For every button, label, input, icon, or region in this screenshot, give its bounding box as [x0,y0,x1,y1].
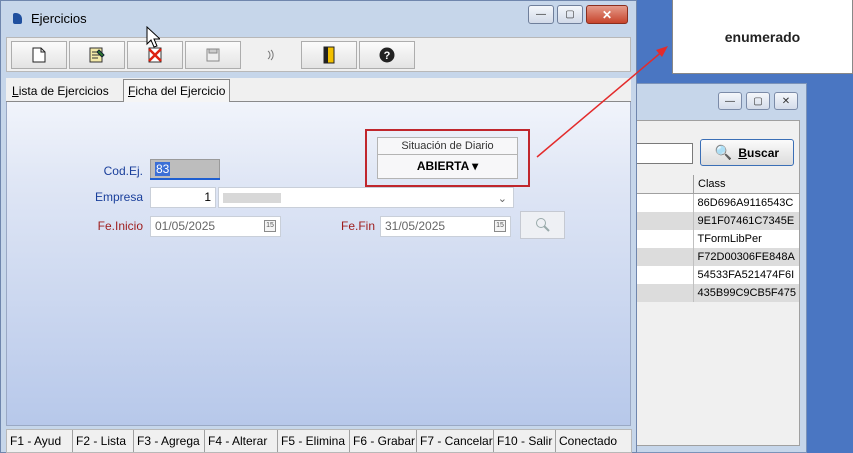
form-panel: Cod.Ej. 83 Empresa 1 ⌄ Fe.Inicio 01/05/2… [6,102,631,426]
statusbar: F1 - Ayud F2 - Lista F3 - Agrega F4 - Al… [6,429,632,453]
situacion-title: Situación de Diario [378,138,517,155]
situacion-highlight-box: Situación de Diario ABIERTA ▾ [365,129,530,187]
bg-window-controls: — ▢ ✕ [718,92,798,110]
bg-close-button[interactable]: ✕ [774,92,798,110]
redacted-company-name [223,193,281,203]
help-button[interactable]: ? [359,40,415,69]
codej-label: Cod.Ej. [103,164,143,178]
tooltip-text: enumerado [724,28,801,45]
status-f7[interactable]: F7 - Cancelar [417,430,494,452]
status-f5[interactable]: F5 - Elimina [278,430,350,452]
status-f3[interactable]: F3 - Agrega [134,430,205,452]
window-title: Ejercicios [31,11,87,26]
status-f4[interactable]: F4 - Alterar [205,430,278,452]
tab-ficha-del-ejercicio[interactable]: Ficha del Ejercicio [123,79,231,102]
bg-search-button[interactable]: 🔍 Buscar [700,139,794,166]
zoom-button[interactable] [520,211,565,239]
titlebar[interactable]: Ejercicios — ▢ ✕ [1,1,636,39]
fefin-field[interactable]: 31/05/2025 15 [380,216,511,237]
codej-focus-underline [150,178,220,180]
feinicio-field[interactable]: 01/05/2025 15 [150,216,281,237]
exit-door-icon [323,46,335,63]
bg-minimize-button[interactable]: — [718,92,742,110]
new-button[interactable] [11,40,67,69]
status-f1[interactable]: F1 - Ayud [7,430,73,452]
bg-maximize-button[interactable]: ▢ [746,92,770,110]
tabstrip: Lista de Ejercicios Ficha del Ejercicio [6,78,631,102]
status-f10[interactable]: F10 - Salir [494,430,556,452]
window-controls: — ▢ ✕ [528,5,628,24]
codej-field[interactable]: 83 [150,159,220,180]
chevron-down-icon: ⌄ [497,193,507,205]
fefin-label: Fe.Fin [340,219,375,233]
calendar-icon[interactable]: 15 [264,220,276,232]
save-button[interactable] [185,40,241,69]
toolbar: ? [6,37,631,72]
exit-button[interactable] [301,40,357,69]
status-f6[interactable]: F6 - Grabar [350,430,417,452]
bg-table-header-class[interactable]: Class [694,175,726,193]
delete-icon [148,47,162,62]
empresa-code-field[interactable]: 1 [150,187,216,208]
help-icon: ? [379,47,395,62]
magnifier-icon: 🔍 [714,144,733,160]
feinicio-label: Fe.Inicio [97,219,143,233]
cancel-button[interactable] [243,41,299,69]
save-disk-icon [206,48,220,61]
main-window[interactable]: Ejercicios — ▢ ✕ ? Lista de Ejercicios F… [0,0,637,453]
calendar-icon[interactable]: 15 [494,220,506,232]
empresa-label: Empresa [94,190,143,204]
situacion-dropdown[interactable]: ABIERTA ▾ [378,155,517,177]
mouse-cursor-icon [146,26,160,48]
status-f2[interactable]: F2 - Lista [73,430,134,452]
edit-button[interactable] [69,40,125,69]
status-connection: Conectado [559,434,618,448]
svg-text:?: ? [384,50,391,62]
maximize-button[interactable]: ▢ [557,5,583,24]
cancel-icon [267,49,274,60]
magnifier-icon [535,218,550,232]
bg-search-button-label: Buscar [738,145,780,160]
close-button[interactable]: ✕ [586,5,628,24]
minimize-button[interactable]: — [528,5,554,24]
edit-document-icon [89,47,105,62]
situacion-diario-control[interactable]: Situación de Diario ABIERTA ▾ [377,137,518,179]
tooltip-enumerado: enumerado [672,0,853,74]
tab-lista-de-ejercicios[interactable]: Lista de Ejercicios [8,82,113,102]
empresa-combo[interactable]: ⌄ [218,187,514,208]
new-document-icon [32,47,46,62]
app-icon [13,13,22,24]
